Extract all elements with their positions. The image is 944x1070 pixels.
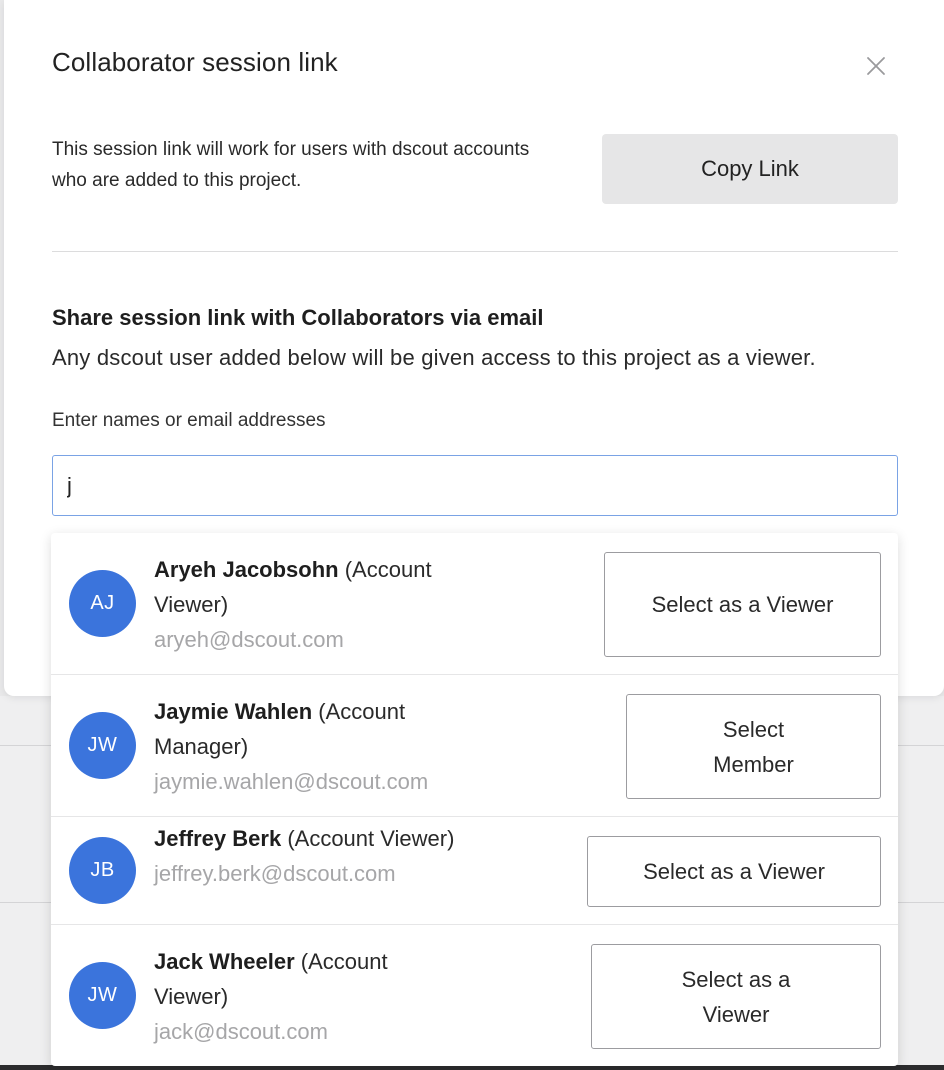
share-section-description: Any dscout user added below will be give…	[52, 345, 816, 370]
suggestion-name: Aryeh Jacobsohn	[154, 557, 339, 582]
suggestion-name: Jack Wheeler	[154, 949, 295, 974]
section-divider	[52, 251, 898, 252]
suggestion-name: Jaymie Wahlen	[154, 699, 313, 724]
suggestion-row[interactable]: JW Jaymie Wahlen (Account Manager) jaymi…	[51, 675, 898, 817]
suggestion-email: jack@dscout.com	[154, 1019, 328, 1044]
suggestion-email: aryeh@dscout.com	[154, 627, 344, 652]
suggestion-text: Jeffrey Berk (Account Viewer) jeffrey.be…	[154, 821, 574, 891]
suggestion-row[interactable]: JW Jack Wheeler (Account Viewer) jack@ds…	[51, 925, 898, 1066]
session-link-description: This session link will work for users wi…	[52, 139, 530, 191]
collaborator-field-label: Enter names or email addresses	[52, 410, 326, 431]
copy-link-button[interactable]: Copy Link	[602, 134, 898, 204]
modal-title: Collaborator session link	[52, 47, 338, 77]
suggestion-email: jeffrey.berk@dscout.com	[154, 861, 396, 886]
avatar: JW	[69, 962, 136, 1029]
select-as-viewer-button[interactable]: Select as a Viewer	[604, 552, 881, 657]
collaborator-suggestions-dropdown: AJ Aryeh Jacobsohn (Account Viewer) arye…	[51, 533, 898, 1066]
close-icon[interactable]	[864, 54, 888, 78]
collaborator-search-input[interactable]	[52, 455, 898, 516]
suggestion-role: (Account Viewer)	[287, 826, 455, 851]
select-as-viewer-button[interactable]: Select as a Viewer	[591, 944, 881, 1049]
share-section-title: Share session link with Collaborators vi…	[52, 305, 544, 330]
suggestion-email: jaymie.wahlen@dscout.com	[154, 769, 429, 794]
suggestion-row[interactable]: AJ Aryeh Jacobsohn (Account Viewer) arye…	[51, 533, 898, 675]
suggestion-text: Aryeh Jacobsohn (Account Viewer) aryeh@d…	[154, 552, 484, 657]
suggestion-text: Jack Wheeler (Account Viewer) jack@dscou…	[154, 944, 454, 1049]
suggestion-text: Jaymie Wahlen (Account Manager) jaymie.w…	[154, 694, 454, 799]
avatar: AJ	[69, 570, 136, 637]
suggestion-row[interactable]: JB Jeffrey Berk (Account Viewer) jeffrey…	[51, 817, 898, 925]
avatar: JW	[69, 712, 136, 779]
suggestion-name: Jeffrey Berk	[154, 826, 282, 851]
select-member-button[interactable]: Select Member	[626, 694, 881, 799]
select-as-viewer-button[interactable]: Select as a Viewer	[587, 836, 881, 907]
avatar: JB	[69, 837, 136, 904]
